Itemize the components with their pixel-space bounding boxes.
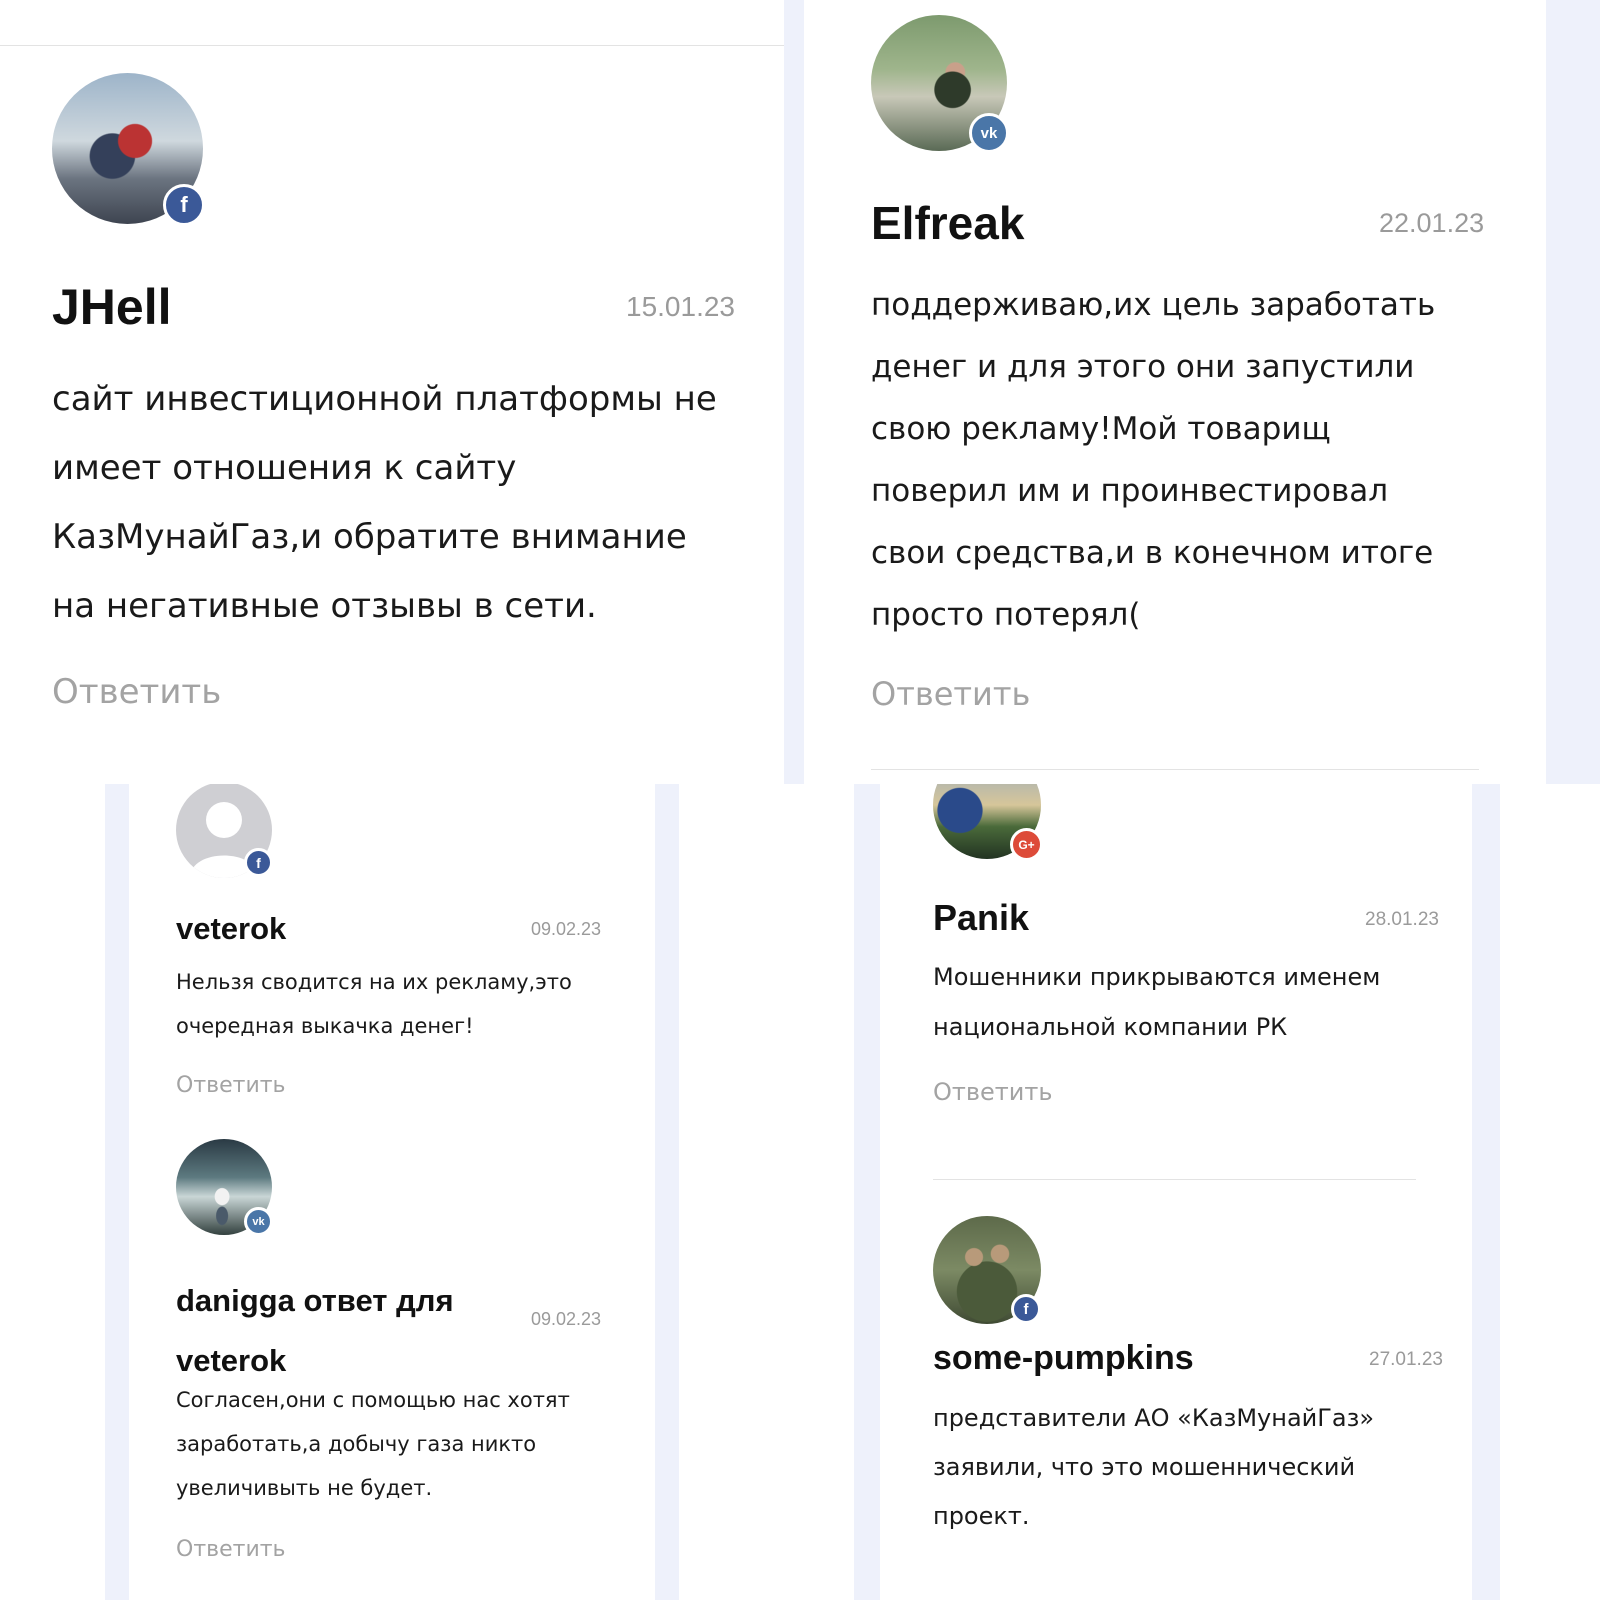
comment-date: 27.01.23 [1369,1349,1443,1370]
reply-link[interactable]: Ответить [871,675,1030,713]
top-divider [0,45,784,46]
stripe-br-left [854,784,880,1600]
comment-date: 15.01.23 [626,291,735,322]
comment-date: 09.02.23 [531,1309,602,1329]
reply-link[interactable]: Ответить [52,672,221,712]
comment-divider [871,769,1479,770]
comment-text: Нельзя сводится на их рекламу,это очеред… [176,970,572,1038]
reply-link[interactable]: Ответить [933,1078,1052,1106]
facebook-icon: f [1011,1294,1041,1324]
comment-jhell: f JHell 15.01.23 сайт инвестиционной пла… [0,0,784,784]
comment-text: поддерживаю,их цель заработать денег и д… [871,287,1436,633]
author-name[interactable]: JHell [52,278,172,336]
stripe-bl-left [105,784,129,1600]
reply-link[interactable]: Ответить [176,1537,286,1562]
divider-stripe-top [784,0,804,784]
comment-text: Согласен,они с помощью нас хотят заработ… [176,1388,570,1500]
avatar[interactable]: f [52,73,205,226]
comment-text: Мошенники прикрываются именем национальн… [933,963,1381,1041]
avatar[interactable]: f [933,1216,1041,1324]
vk-icon: vk [244,1207,273,1236]
author-name[interactable]: Elfreak [871,196,1024,250]
facebook-icon: f [244,848,273,877]
avatar[interactable]: vk [871,15,1009,153]
stripe-br-right [1472,784,1500,1600]
avatar[interactable]: G+ [933,784,1043,861]
comment-date: 28.01.23 [1365,909,1439,930]
comment-thread-left: f veterok 09.02.23 Нельзя сводится на их… [129,784,655,1600]
comment-text: представители АО «КазМунайГаз» заявили, … [933,1404,1375,1530]
avatar-default[interactable]: f [176,784,273,878]
author-name[interactable]: veterok [176,911,286,947]
comment-date: 22.01.23 [1379,208,1485,238]
stripe-bl-right [655,784,679,1600]
google-plus-icon: G+ [1010,828,1043,861]
comment-thread-right: G+ Panik 28.01.23 Мошенники прикрываются… [880,784,1472,1600]
facebook-icon: f [163,184,205,226]
vk-icon: vk [969,113,1009,153]
comment-date: 09.02.23 [531,919,602,939]
avatar[interactable]: vk [176,1139,273,1236]
author-name[interactable]: some-pumpkins [933,1339,1194,1378]
divider-stripe-right [1546,0,1600,784]
author-name[interactable]: Panik [933,897,1029,939]
comment-elfreak: vk Elfreak 22.01.23 поддерживаю,их цель … [804,0,1546,784]
comment-divider [933,1179,1416,1180]
author-name[interactable]: danigga ответ для veterok [176,1271,454,1391]
comment-text: сайт инвестиционной платформы не имеет о… [52,379,717,626]
reply-link[interactable]: Ответить [176,1073,286,1098]
